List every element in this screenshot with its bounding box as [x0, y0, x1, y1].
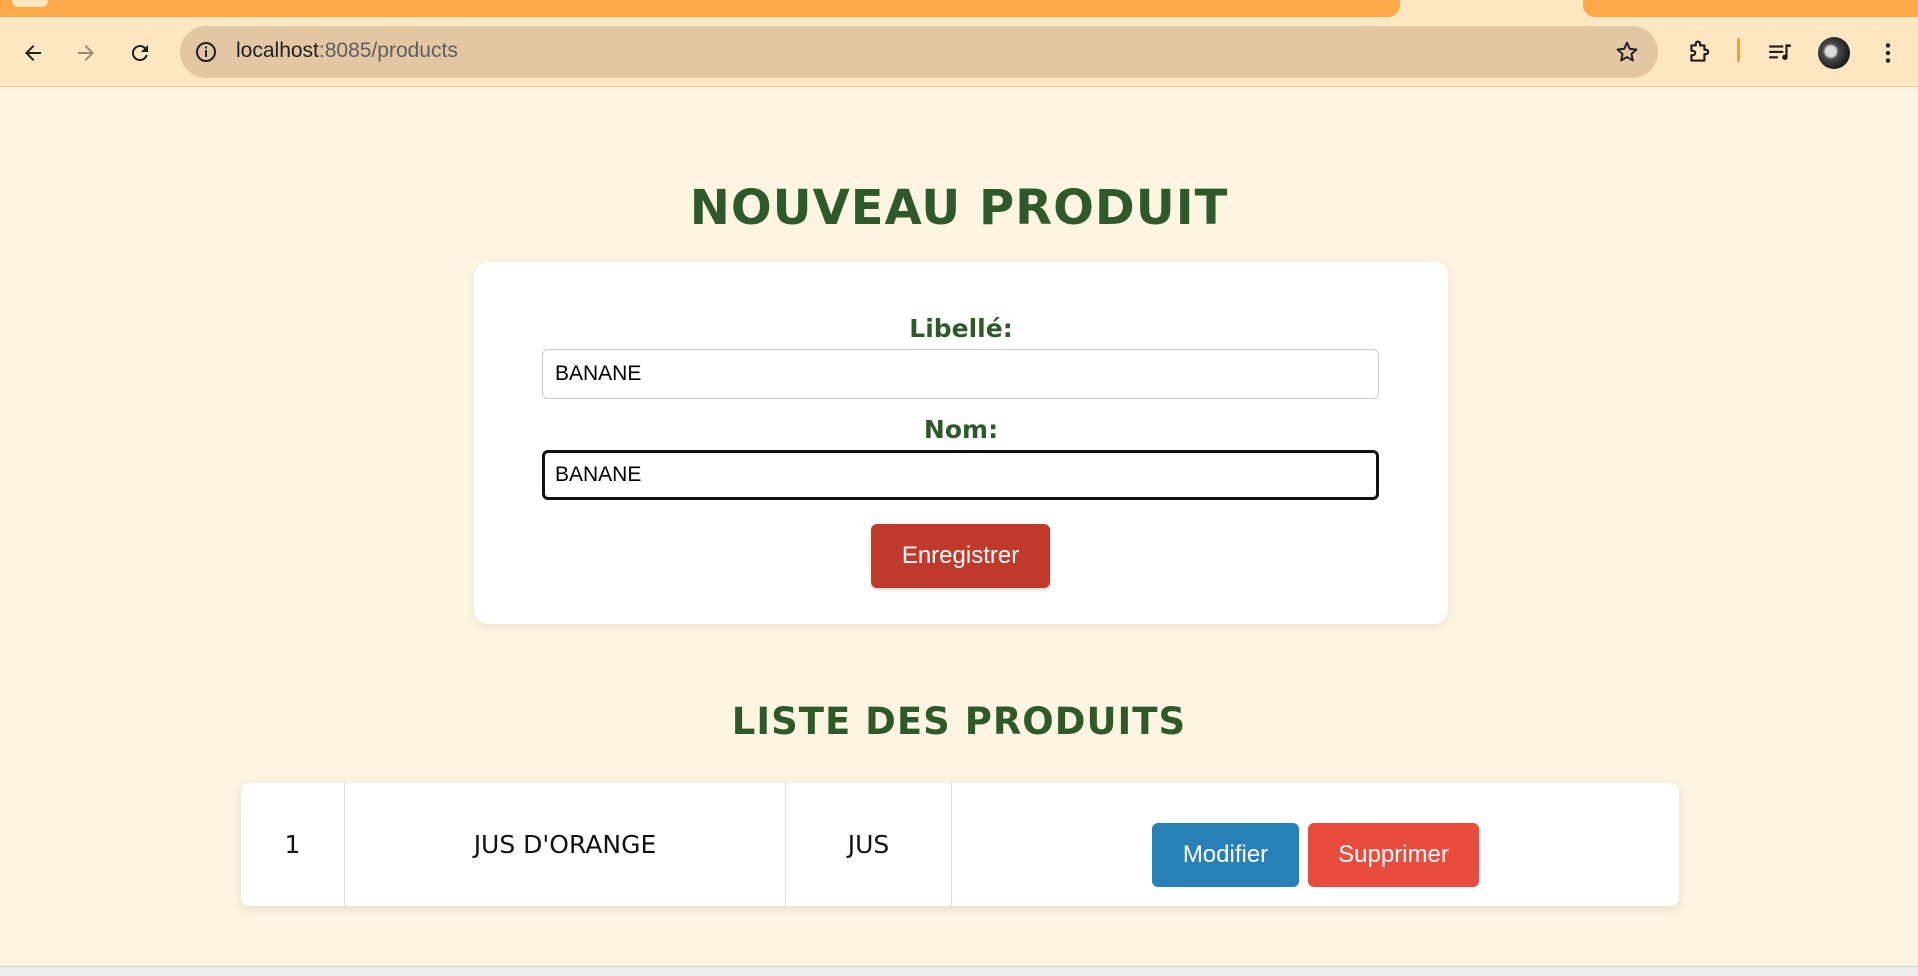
tab-strip-right — [1583, 0, 1918, 17]
nom-label: Nom: — [923, 415, 999, 444]
url-text[interactable]: localhost:8085/products — [236, 39, 458, 63]
bottom-bar — [0, 966, 1918, 976]
cell-libelle: JUS D'ORANGE — [345, 783, 786, 906]
media-playlist-icon — [1769, 44, 1791, 61]
star-icon[interactable] — [1614, 39, 1640, 65]
libelle-input[interactable] — [542, 349, 1379, 399]
tab-strip — [0, 0, 1918, 17]
delete-button[interactable]: Supprimer — [1308, 822, 1479, 887]
active-tab[interactable] — [0, 0, 1400, 17]
product-table: 1 JUS D'ORANGE JUS Modifier Supprimer — [241, 783, 1679, 906]
tab-favicon-slot — [12, 0, 48, 7]
browser-toolbar: localhost:8085/products — [0, 17, 1918, 87]
cell-id: 1 — [241, 783, 345, 906]
reload-icon — [131, 45, 148, 62]
forward-button[interactable] — [70, 37, 102, 69]
nom-input[interactable] — [542, 450, 1379, 500]
back-button[interactable] — [17, 37, 49, 69]
menu-button[interactable] — [1872, 37, 1904, 69]
toolbar-separator — [1737, 38, 1740, 62]
more-vert-icon — [1885, 43, 1891, 63]
info-icon[interactable] — [194, 40, 218, 64]
forward-arrow-icon — [78, 45, 94, 61]
form-title: NOUVEAU PRODUIT — [689, 180, 1229, 236]
url-host: localhost — [236, 39, 319, 62]
url-path: :8085/products — [318, 39, 458, 62]
libelle-label: Libellé: — [909, 314, 1013, 343]
product-form: Libellé: Nom: Enregistrer — [474, 262, 1448, 624]
puzzle-icon — [1690, 40, 1710, 62]
profile-avatar[interactable] — [1818, 37, 1850, 69]
media-button[interactable] — [1764, 37, 1796, 69]
save-button[interactable]: Enregistrer — [871, 524, 1050, 588]
cell-actions: Modifier Supprimer — [952, 783, 1679, 906]
cell-nom: JUS — [786, 783, 952, 906]
list-title: LISTE DES PRODUITS — [731, 700, 1187, 743]
extensions-button[interactable] — [1683, 37, 1715, 69]
edit-button[interactable]: Modifier — [1152, 822, 1299, 887]
back-arrow-icon — [25, 45, 41, 61]
address-bar[interactable]: localhost:8085/products — [180, 26, 1658, 78]
reload-button[interactable] — [124, 37, 156, 69]
